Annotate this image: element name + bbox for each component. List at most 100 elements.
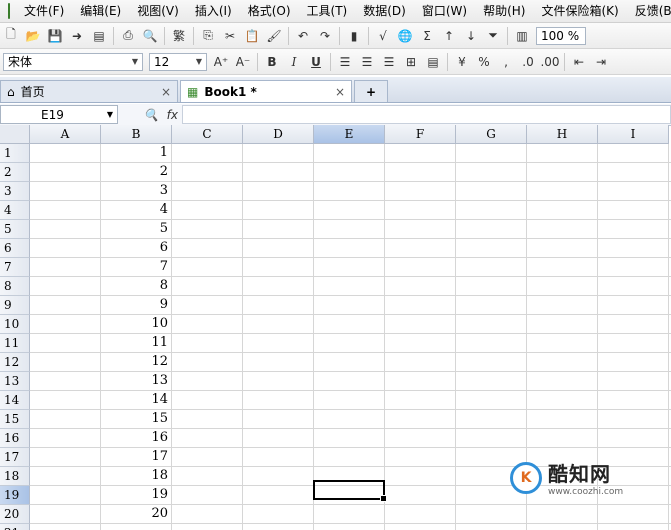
fill-handle[interactable] bbox=[380, 495, 387, 502]
cell-b14[interactable]: 14 bbox=[101, 391, 171, 409]
tab-home[interactable]: ⌂ 首页 × bbox=[0, 80, 178, 102]
font-size-select[interactable]: 12 ▼ bbox=[149, 52, 207, 71]
filter-icon[interactable]: ⏷ bbox=[484, 27, 502, 45]
redo-icon[interactable]: ↷ bbox=[316, 27, 334, 45]
autosum-icon[interactable]: Σ bbox=[418, 27, 436, 45]
name-box[interactable]: E19 ▼ bbox=[0, 105, 118, 124]
menu-help[interactable]: 帮助(H) bbox=[475, 0, 533, 22]
increase-font-icon[interactable]: A⁺ bbox=[212, 53, 230, 71]
menu-feedback[interactable]: 反馈(B) bbox=[627, 0, 671, 22]
cell-b3[interactable]: 3 bbox=[101, 182, 171, 200]
row-header-20[interactable]: 20 bbox=[0, 505, 30, 524]
underline-button[interactable]: U bbox=[307, 53, 325, 71]
increase-indent-icon[interactable]: ⇥ bbox=[592, 53, 610, 71]
paste-icon[interactable]: 📋 bbox=[243, 27, 261, 45]
row-header-3[interactable]: 3 bbox=[0, 182, 30, 201]
menu-window[interactable]: 窗口(W) bbox=[414, 0, 475, 22]
align-left-icon[interactable]: ☰ bbox=[336, 53, 354, 71]
cell-b6[interactable]: 6 bbox=[101, 239, 171, 257]
column-header-h[interactable]: H bbox=[527, 125, 598, 144]
column-header-g[interactable]: G bbox=[456, 125, 527, 144]
menu-file[interactable]: 文件(F) bbox=[16, 0, 72, 22]
formula-input[interactable] bbox=[182, 105, 671, 124]
new-tab-button[interactable]: + bbox=[354, 80, 388, 102]
row-header-4[interactable]: 4 bbox=[0, 201, 30, 220]
sort-descending-icon[interactable]: ↓ bbox=[462, 27, 480, 45]
row-header-7[interactable]: 7 bbox=[0, 258, 30, 277]
column-header-f[interactable]: F bbox=[385, 125, 456, 144]
copy-icon[interactable]: ⎘ bbox=[199, 27, 217, 45]
column-header-i[interactable]: I bbox=[598, 125, 669, 144]
send-icon[interactable]: ➜ bbox=[68, 27, 86, 45]
menu-file-safe[interactable]: 文件保险箱(K) bbox=[533, 0, 626, 22]
cut-icon[interactable]: ✂ bbox=[221, 27, 239, 45]
hyperlink-icon[interactable]: 🌐 bbox=[396, 27, 414, 45]
cell-b19[interactable]: 19 bbox=[101, 486, 171, 504]
cell-b18[interactable]: 18 bbox=[101, 467, 171, 485]
row-header-21[interactable]: 21 bbox=[0, 524, 30, 530]
align-right-icon[interactable]: ☰ bbox=[380, 53, 398, 71]
close-icon[interactable]: × bbox=[161, 85, 171, 99]
decrease-decimal-icon[interactable]: .00 bbox=[540, 53, 559, 71]
cell-b16[interactable]: 16 bbox=[101, 429, 171, 447]
cell-b4[interactable]: 4 bbox=[101, 201, 171, 219]
sort-ascending-icon[interactable]: ↑ bbox=[440, 27, 458, 45]
cell-b10[interactable]: 10 bbox=[101, 315, 171, 333]
cell-b8[interactable]: 8 bbox=[101, 277, 171, 295]
menu-view[interactable]: 视图(V) bbox=[129, 0, 187, 22]
increase-decimal-icon[interactable]: .0 bbox=[519, 53, 537, 71]
wrap-text-icon[interactable]: ▤ bbox=[424, 53, 442, 71]
column-header-a[interactable]: A bbox=[30, 125, 101, 144]
print-icon[interactable]: ⎙ bbox=[119, 27, 137, 45]
column-header-b[interactable]: B bbox=[101, 125, 172, 144]
traditional-chinese-icon[interactable]: 繁 bbox=[170, 27, 188, 45]
cell-b7[interactable]: 7 bbox=[101, 258, 171, 276]
undo-icon[interactable]: ↶ bbox=[294, 27, 312, 45]
zoom-select[interactable]: 100 % bbox=[536, 26, 586, 45]
row-header-14[interactable]: 14 bbox=[0, 391, 30, 410]
zoom-formula-icon[interactable]: 🔍 bbox=[144, 108, 159, 122]
menu-insert[interactable]: 插入(I) bbox=[187, 0, 240, 22]
format-painter-icon[interactable]: 🖌 bbox=[265, 27, 283, 45]
cell-b15[interactable]: 15 bbox=[101, 410, 171, 428]
menu-tools[interactable]: 工具(T) bbox=[299, 0, 356, 22]
cell-b12[interactable]: 12 bbox=[101, 353, 171, 371]
row-header-1[interactable]: 1 bbox=[0, 144, 30, 163]
row-header-16[interactable]: 16 bbox=[0, 429, 30, 448]
close-icon[interactable]: × bbox=[335, 85, 345, 99]
select-all-corner[interactable] bbox=[0, 125, 30, 144]
row-header-2[interactable]: 2 bbox=[0, 163, 30, 182]
column-header-c[interactable]: C bbox=[172, 125, 243, 144]
function-icon[interactable]: √ bbox=[374, 27, 392, 45]
currency-icon[interactable]: ¥ bbox=[453, 53, 471, 71]
cell-b9[interactable]: 9 bbox=[101, 296, 171, 314]
cell-b13[interactable]: 13 bbox=[101, 372, 171, 390]
column-header-d[interactable]: D bbox=[243, 125, 314, 144]
cell-b2[interactable]: 2 bbox=[101, 163, 171, 181]
font-name-select[interactable]: 宋体 ▼ bbox=[3, 52, 143, 71]
row-header-12[interactable]: 12 bbox=[0, 353, 30, 372]
cell-b11[interactable]: 11 bbox=[101, 334, 171, 352]
fill-icon[interactable]: ▮ bbox=[345, 27, 363, 45]
menu-edit[interactable]: 编辑(E) bbox=[72, 0, 129, 22]
cell-b17[interactable]: 17 bbox=[101, 448, 171, 466]
row-header-18[interactable]: 18 bbox=[0, 467, 30, 486]
tab-book1[interactable]: ▦ Book1 * × bbox=[180, 80, 352, 102]
percent-button[interactable]: % bbox=[475, 53, 493, 71]
insert-function-button[interactable]: fx bbox=[167, 108, 178, 122]
column-header-e[interactable]: E bbox=[314, 125, 385, 144]
bold-button[interactable]: B bbox=[263, 53, 281, 71]
italic-button[interactable]: I bbox=[285, 53, 303, 71]
menu-format[interactable]: 格式(O) bbox=[240, 0, 299, 22]
row-header-10[interactable]: 10 bbox=[0, 315, 30, 334]
merge-cells-icon[interactable]: ⊞ bbox=[402, 53, 420, 71]
decrease-font-icon[interactable]: A⁻ bbox=[234, 53, 252, 71]
chart-icon[interactable]: ▥ bbox=[513, 27, 531, 45]
row-header-6[interactable]: 6 bbox=[0, 239, 30, 258]
menu-data[interactable]: 数据(D) bbox=[355, 0, 414, 22]
row-header-9[interactable]: 9 bbox=[0, 296, 30, 315]
row-header-8[interactable]: 8 bbox=[0, 277, 30, 296]
row-header-5[interactable]: 5 bbox=[0, 220, 30, 239]
cell-b20[interactable]: 20 bbox=[101, 505, 171, 523]
align-center-icon[interactable]: ☰ bbox=[358, 53, 376, 71]
